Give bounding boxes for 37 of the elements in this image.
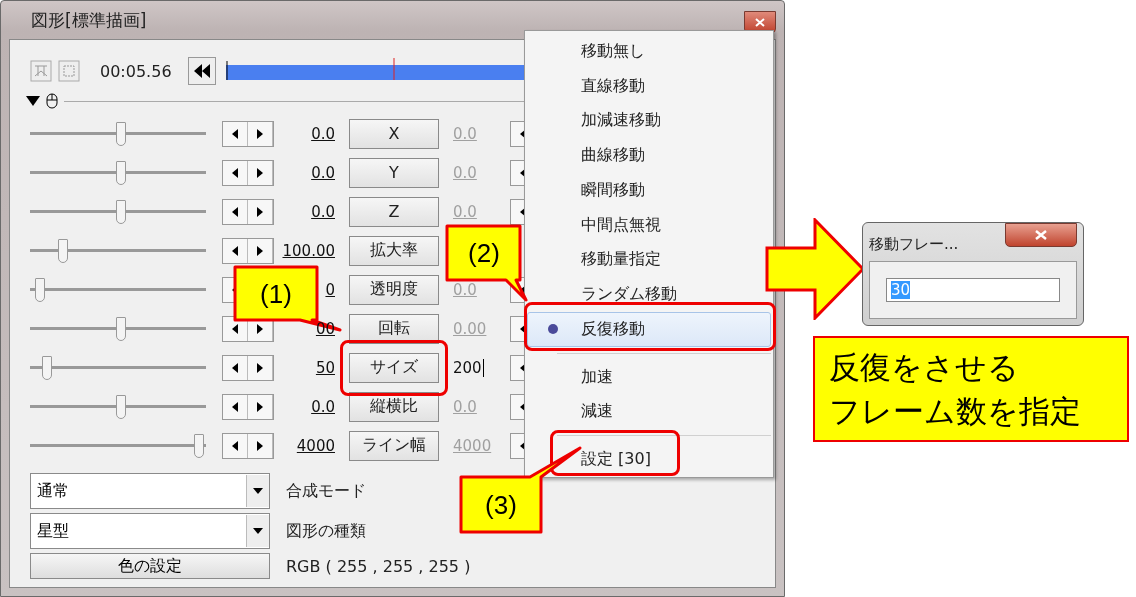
parameter-button[interactable]: Z [349,196,439,227]
menu-item[interactable]: 中間点無視 [527,207,771,243]
field-label: 合成モード [286,480,367,502]
window-title: 図形[標準描画] [31,8,147,32]
menu-item[interactable]: 加速 [527,359,771,395]
parameter-button[interactable]: サイズ [349,352,439,383]
value-text[interactable]: 0.0 [311,202,335,221]
menu-item[interactable]: 反復移動 [527,312,771,347]
menu-item[interactable]: 直線移動 [527,68,771,104]
value-text[interactable]: 0.0 [311,124,335,143]
value-text[interactable]: 0.0 [311,163,335,182]
color-button[interactable]: 色の設定 [30,553,270,579]
parameter-button[interactable]: 拡大率 [349,235,439,266]
parameter-button[interactable]: 回転 [349,313,439,344]
parameter-button[interactable]: X [349,118,439,149]
value-text[interactable]: 4000 [296,436,335,455]
field-label: 図形の種類 [286,520,367,542]
value-text[interactable]: 0.0 [311,397,335,416]
parameter-button[interactable]: Y [349,157,439,188]
end-value-text[interactable]: 200 [453,358,482,377]
note-text: フレーム数を指定 [829,392,1082,431]
dialog-title: 移動フレー... [869,235,959,254]
time-display: 00:05.56 [100,61,172,81]
parameter-button[interactable]: ライン幅 [349,430,439,461]
parameter-button[interactable]: 透明度 [349,274,439,305]
value-text[interactable]: 100.00 [282,241,335,260]
color-value: RGB ( 255 , 255 , 255 ) [286,556,472,576]
note-text: 反復をさせる [829,348,1020,387]
menu-item[interactable]: 移動無し [527,34,771,69]
menu-item[interactable]: 減速 [527,394,771,430]
menu-item[interactable]: 加減速移動 [527,103,771,139]
menu-item[interactable]: 曲線移動 [527,138,771,173]
value-text[interactable]: 50 [315,358,335,377]
value-text[interactable]: 0 [325,280,335,299]
dropdown[interactable]: 星型 [30,513,270,549]
menu-item[interactable]: 瞬間移動 [527,173,771,208]
dropdown[interactable]: 通常 [30,473,270,509]
